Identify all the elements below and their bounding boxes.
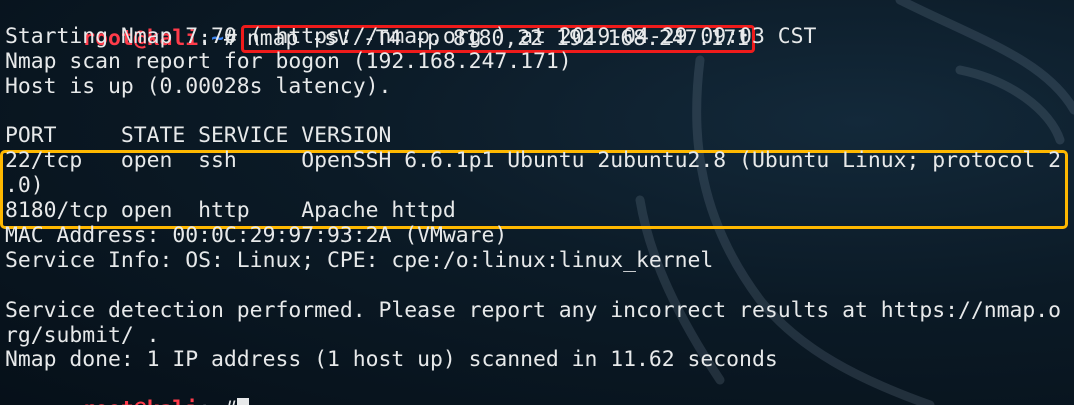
output-host-up: Host is up (0.00028s latency). <box>5 73 392 99</box>
terminal-window[interactable]: root@kali:~# nmap -sV -T4 -p 8180,22 192.… <box>0 0 1074 405</box>
prompt-user-host: root@kali <box>82 397 198 405</box>
output-port-row-wrap: .0) <box>5 173 44 199</box>
output-blank <box>5 274 1074 299</box>
prompt-line-command: root@kali:~# nmap -sV -T4 -p 8180,22 192.… <box>5 0 1074 53</box>
prompt-directory: ~ <box>211 397 224 405</box>
output-port-row: 22/tcp open ssh OpenSSH 6.6.1p1 Ubuntu 2… <box>5 148 1062 174</box>
text-cursor[interactable] <box>236 398 249 405</box>
output-detection-notice: Service detection performed. Please repo… <box>5 297 1062 323</box>
output-nmap-done: Nmap done: 1 IP address (1 host up) scan… <box>5 347 778 373</box>
output-service-info: Service Info: OS: Linux; CPE: cpe:/o:lin… <box>5 247 714 273</box>
prompt-line-idle: root@kali:~# <box>5 373 1074 405</box>
output-blank <box>5 100 1074 125</box>
output-mac-address: MAC Address: 00:0C:29:97:93:2A (VMware) <box>5 223 508 249</box>
output-scan-report: Nmap scan report for bogon (192.168.247.… <box>5 48 572 74</box>
terminal-output: root@kali:~# nmap -sV -T4 -p 8180,22 192.… <box>5 0 1074 405</box>
output-table-header: PORT STATE SERVICE VERSION <box>5 123 392 149</box>
output-port-row: 8180/tcp open http Apache httpd <box>5 198 456 224</box>
output-starting: Starting Nmap 7.70 ( https://nmap.org ) … <box>5 23 817 49</box>
prompt-separator: : <box>198 397 211 405</box>
output-detection-notice-wrap: rg/submit/ . <box>5 322 160 348</box>
prompt-symbol: # <box>224 397 237 405</box>
